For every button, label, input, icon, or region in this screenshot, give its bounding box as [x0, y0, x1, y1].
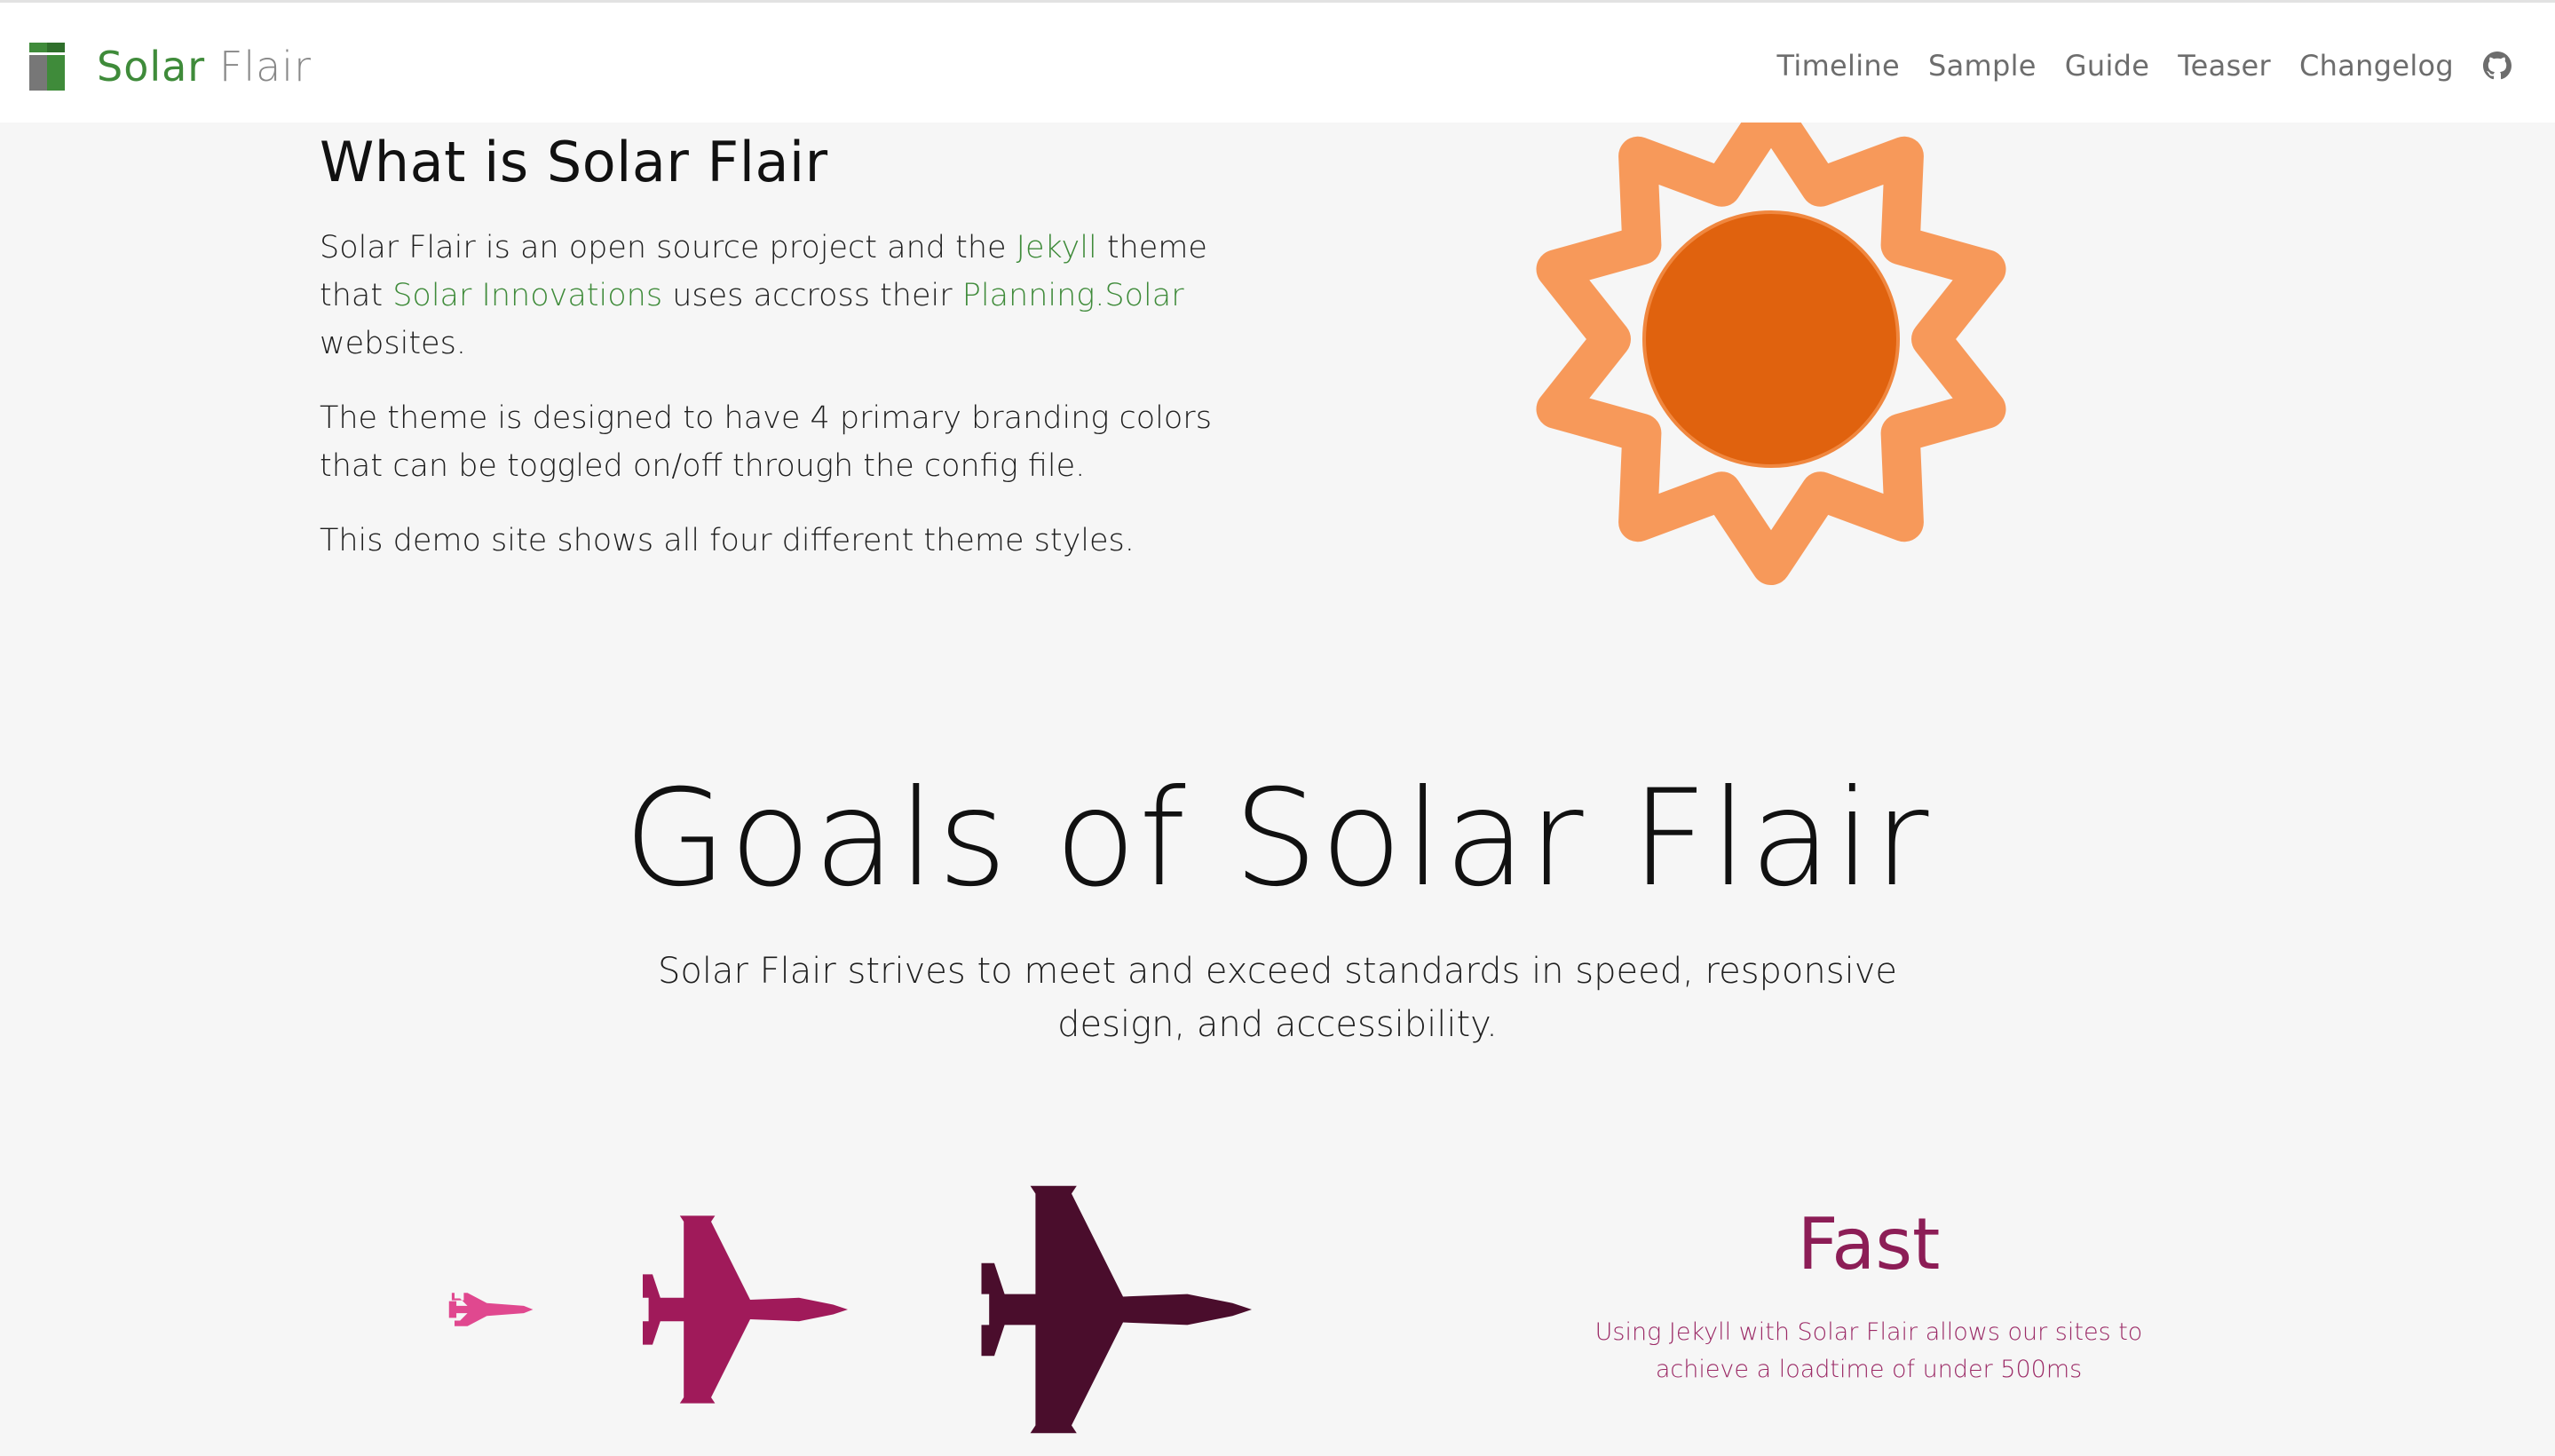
nav-link-changelog[interactable]: Changelog: [2299, 49, 2454, 83]
about-p1-text-4: websites.: [320, 326, 466, 361]
nav-link-sample[interactable]: Sample: [1928, 49, 2037, 83]
brand-name: Solar Flair: [97, 42, 312, 91]
jekyll-link[interactable]: Jekyll: [1016, 230, 1097, 265]
navbar: Solar Flair Timeline Sample Guide Teaser…: [0, 0, 2555, 123]
jets-illustration: [448, 1185, 1252, 1434]
sun-core: [1642, 210, 1900, 468]
about-body: Solar Flair is an open source project an…: [320, 224, 1261, 591]
brand-name-flair: Flair: [218, 43, 312, 91]
solar-innovations-link[interactable]: Solar Innovations: [392, 278, 662, 313]
page: Solar Flair Timeline Sample Guide Teaser…: [0, 0, 2555, 1456]
about-p1-text-1: Solar Flair is an open source project an…: [320, 230, 1016, 265]
goals-subtitle: Solar Flair strives to meet and exceed s…: [658, 951, 1897, 1045]
about-paragraph-3: This demo site shows all four different …: [320, 523, 1135, 558]
nav-link-guide[interactable]: Guide: [2065, 49, 2149, 83]
about-paragraph-1: Solar Flair is an open source project an…: [320, 224, 1261, 368]
brand-name-solar: Solar: [97, 43, 206, 91]
logo-icon: [29, 43, 65, 91]
github-icon-svg: [2483, 51, 2511, 80]
about-title: What is Solar Flair: [320, 130, 828, 194]
jet-small-icon: [448, 1293, 534, 1326]
jet-large-icon: [981, 1185, 1252, 1434]
sun-icon: [1536, 93, 2006, 585]
brand-link[interactable]: Solar Flair: [29, 42, 312, 91]
fast-description: Using Jekyll with Solar Flair allows our…: [1594, 1318, 2143, 1383]
jet-medium-icon: [643, 1215, 848, 1404]
nav-link-timeline[interactable]: Timeline: [1777, 49, 1900, 83]
planning-solar-link[interactable]: Planning.Solar: [962, 278, 1184, 313]
main-nav: Timeline Sample Guide Teaser Changelog: [1777, 44, 2512, 88]
nav-link-teaser[interactable]: Teaser: [2178, 49, 2271, 83]
goals-title: Goals of Solar Flair: [623, 762, 1932, 916]
about-paragraph-2: The theme is designed to have 4 primary …: [320, 400, 1212, 484]
about-p1-text-3: uses accross their: [662, 278, 962, 313]
fast-title: Fast: [1797, 1203, 1941, 1286]
github-icon[interactable]: [2482, 51, 2512, 81]
